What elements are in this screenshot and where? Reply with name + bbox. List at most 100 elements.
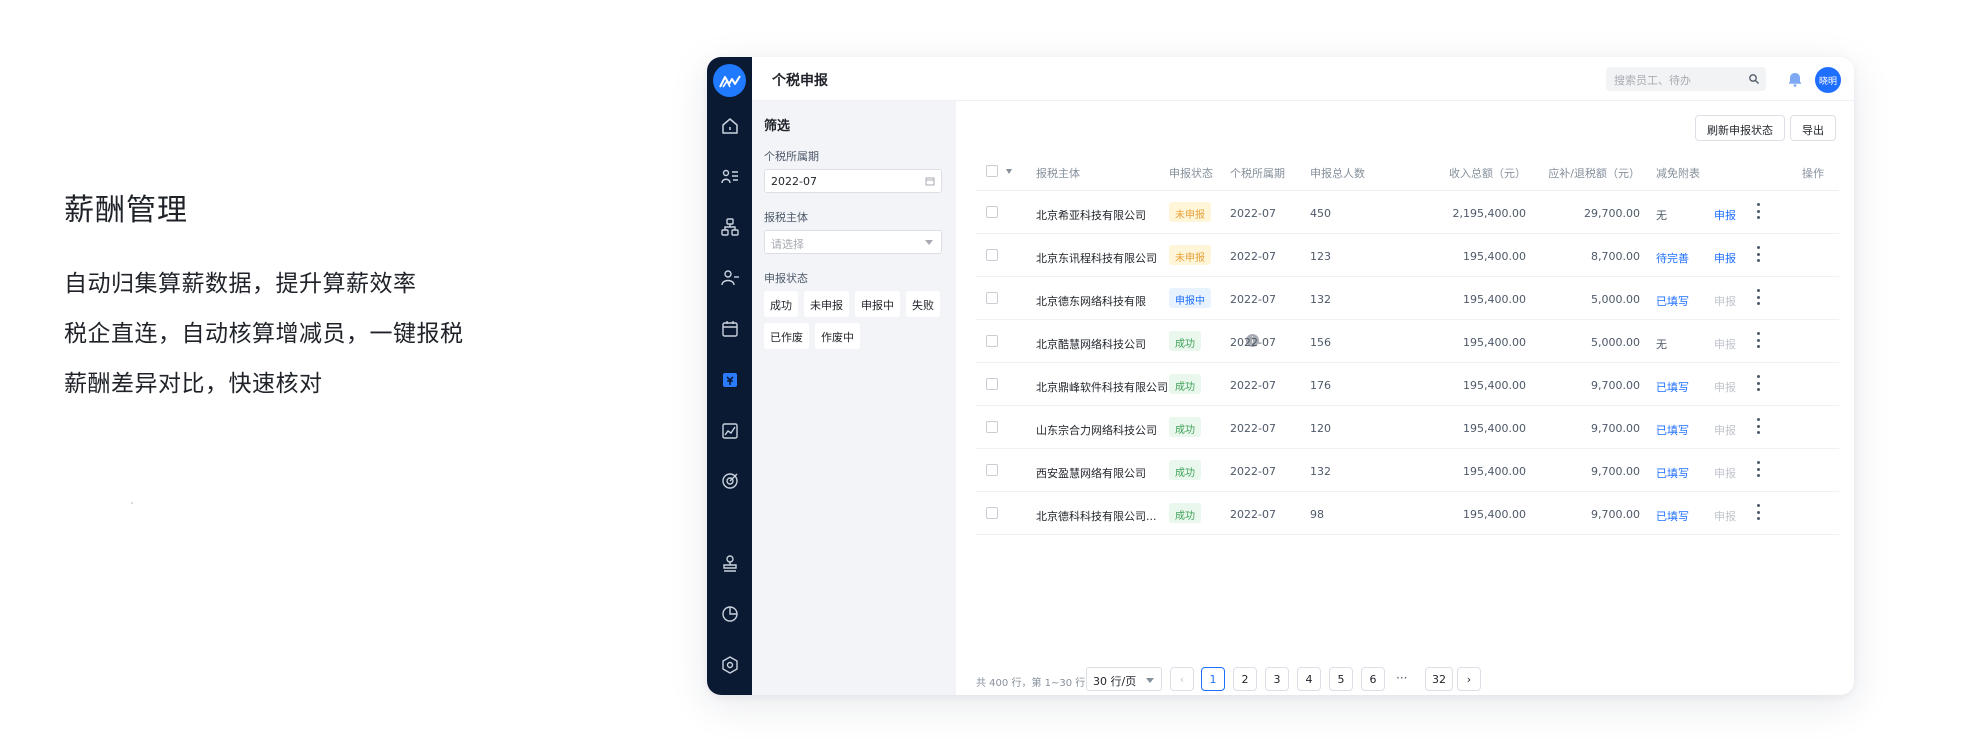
column-header: 个税所属期 xyxy=(1230,167,1285,180)
status-chip[interactable]: 未申报 xyxy=(804,291,849,317)
declare-button[interactable]: 申报 xyxy=(1714,422,1736,438)
table-row[interactable]: 北京德科科技有限公司... 成功 2022-07 98 195,400.00 9,700.… xyxy=(976,493,1839,535)
calendar-icon[interactable] xyxy=(718,317,741,340)
table-row[interactable]: 北京希亚科技有限公司 未申报 2022-07 450 2,195,400.00 29,70… xyxy=(976,192,1839,234)
count-cell: 176 xyxy=(1310,379,1331,392)
app-window: 个税申报 搜索员工、待办 晓明 筛选 个税所属期 2022-07 报税主体 请选… xyxy=(707,57,1854,695)
target-icon[interactable] xyxy=(718,469,741,492)
annex-link[interactable]: 已填写 xyxy=(1656,508,1689,524)
declare-button[interactable]: 申报 xyxy=(1714,508,1736,524)
page-button[interactable]: 3 xyxy=(1265,667,1289,691)
logo-icon[interactable] xyxy=(713,64,746,97)
tax-cell: 9,700.00 xyxy=(1591,422,1640,435)
table-row[interactable]: 北京鼎峰软件科技有限公司 成功 2022-07 176 195,400.00 9,700.… xyxy=(976,364,1839,406)
page-button[interactable]: 6 xyxy=(1361,667,1385,691)
table-row[interactable]: 西安盈慧网络有限公司 成功 2022-07 132 195,400.00 9,700.00… xyxy=(976,450,1839,492)
more-icon[interactable] xyxy=(1756,289,1760,305)
row-checkbox[interactable] xyxy=(986,335,998,347)
declare-button[interactable]: 申报 xyxy=(1714,207,1736,223)
tax-cell: 29,700.00 xyxy=(1584,207,1640,220)
pagination-info: 共 400 行，第 1~30 行 xyxy=(976,678,1086,689)
period-cell: 2022-07 xyxy=(1230,293,1276,306)
declare-button[interactable]: 申报 xyxy=(1714,379,1736,395)
export-button[interactable]: 导出 xyxy=(1790,115,1836,141)
status-badge: 成功 xyxy=(1169,503,1201,523)
row-checkbox[interactable] xyxy=(986,206,998,218)
count-cell: 132 xyxy=(1310,465,1331,478)
chevron-down-icon[interactable] xyxy=(1006,169,1012,174)
stamp-icon[interactable] xyxy=(718,551,741,574)
period-cell: 2022-07 xyxy=(1230,250,1276,263)
income-cell: 195,400.00 xyxy=(1463,465,1526,478)
entity-select[interactable]: 请选择 xyxy=(764,230,942,254)
more-icon[interactable] xyxy=(1756,375,1760,391)
more-icon[interactable] xyxy=(1756,504,1760,520)
row-checkbox[interactable] xyxy=(986,464,998,476)
bell-icon[interactable] xyxy=(1786,70,1804,88)
declare-button[interactable]: 申报 xyxy=(1714,293,1736,309)
list-icon[interactable] xyxy=(718,165,741,188)
page-button[interactable]: 5 xyxy=(1329,667,1353,691)
declare-button[interactable]: 申报 xyxy=(1714,336,1736,352)
row-checkbox[interactable] xyxy=(986,378,998,390)
prev-page-button[interactable]: ‹ xyxy=(1170,667,1194,691)
more-icon[interactable] xyxy=(1756,461,1760,477)
column-header: 申报总人数 xyxy=(1310,167,1365,180)
salary-icon[interactable] xyxy=(718,368,741,391)
pie-icon[interactable] xyxy=(718,602,741,625)
status-badge: 成功 xyxy=(1169,460,1201,480)
page-button[interactable]: 2 xyxy=(1233,667,1257,691)
period-input[interactable]: 2022-07 xyxy=(764,169,942,193)
org-icon[interactable] xyxy=(718,215,741,238)
select-all-checkbox[interactable] xyxy=(986,165,998,177)
page-size-select[interactable]: 30 行/页 xyxy=(1086,667,1162,691)
home-icon[interactable] xyxy=(718,114,741,137)
income-cell: 195,400.00 xyxy=(1463,422,1526,435)
promo-line: 薪酬差异对比，快速核对 xyxy=(64,371,323,397)
next-page-button[interactable]: › xyxy=(1457,667,1481,691)
status-chip[interactable]: 成功 xyxy=(764,291,798,317)
table-row[interactable]: 北京德东网络科技有限 申报中 2022-07 132 195,400.00 5,000.0… xyxy=(976,278,1839,320)
annex-link[interactable]: 待完善 xyxy=(1656,250,1689,266)
status-chip[interactable]: 作废中 xyxy=(815,323,860,349)
page-button[interactable]: 32 xyxy=(1425,667,1453,691)
tax-cell: 9,700.00 xyxy=(1591,465,1640,478)
status-chip[interactable]: 已作废 xyxy=(764,323,809,349)
annex-link[interactable]: 已填写 xyxy=(1656,465,1689,481)
settings-icon[interactable] xyxy=(718,653,741,676)
status-chip[interactable]: 申报中 xyxy=(855,291,900,317)
chart-icon[interactable] xyxy=(718,419,741,442)
annex-link[interactable]: 已填写 xyxy=(1656,293,1689,309)
search-icon[interactable] xyxy=(1748,73,1760,85)
status-badge: 未申报 xyxy=(1169,202,1211,222)
table-row[interactable]: 山东宗合力网络科技公司 成功 2022-07 120 195,400.00 9,700.0… xyxy=(976,407,1839,449)
declare-button[interactable]: 申报 xyxy=(1714,250,1736,266)
more-icon[interactable] xyxy=(1756,203,1760,219)
table-row[interactable]: 北京东讯程科技有限公司 未申报 2022-07 123 195,400.00 8,700.… xyxy=(976,235,1839,277)
row-checkbox[interactable] xyxy=(986,292,998,304)
declare-button[interactable]: 申报 xyxy=(1714,465,1736,481)
row-checkbox[interactable] xyxy=(986,249,998,261)
chevron-down-icon xyxy=(925,240,933,245)
decorative-dot xyxy=(131,502,133,504)
refresh-status-button[interactable]: 刷新申报状态 xyxy=(1695,115,1785,141)
page-button[interactable]: 1 xyxy=(1201,667,1225,691)
user-icon[interactable] xyxy=(718,266,741,289)
row-checkbox[interactable] xyxy=(986,421,998,433)
more-icon[interactable] xyxy=(1756,332,1760,348)
annex-link[interactable]: 已填写 xyxy=(1656,422,1689,438)
page-button[interactable]: 4 xyxy=(1297,667,1321,691)
more-icon[interactable] xyxy=(1756,418,1760,434)
annex-link[interactable]: 已填写 xyxy=(1656,379,1689,395)
main-content: 刷新申报状态 导出 报税主体 申报状态 个税所属期 申报总人数 收入总额（元） … xyxy=(956,101,1854,695)
search-input[interactable]: 搜索员工、待办 xyxy=(1606,67,1766,91)
page-size-value: 30 行/页 xyxy=(1093,675,1137,688)
more-icon[interactable] xyxy=(1756,246,1760,262)
table-row[interactable]: 北京酷慧网络科技公司 成功 i 2022-07 156 195,400.00 5,000.0… xyxy=(976,321,1839,363)
pagination-ellipsis[interactable]: ··· xyxy=(1396,671,1407,685)
row-checkbox[interactable] xyxy=(986,507,998,519)
avatar[interactable]: 晓明 xyxy=(1815,67,1841,93)
status-chip[interactable]: 失败 xyxy=(906,291,940,317)
column-header: 应补/退税额（元） xyxy=(1548,167,1640,180)
annex-link: 无 xyxy=(1656,338,1667,351)
